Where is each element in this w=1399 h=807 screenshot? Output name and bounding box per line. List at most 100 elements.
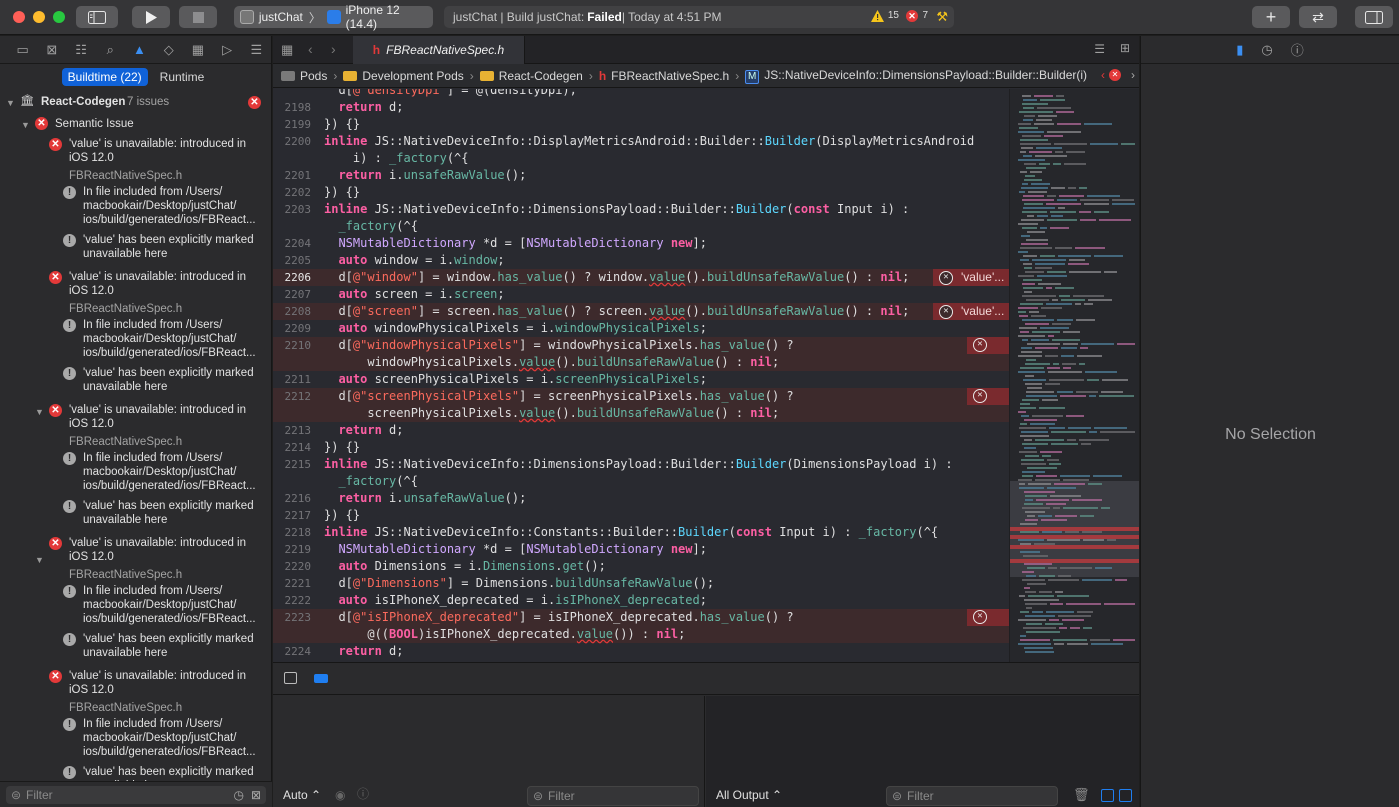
navigator-filter-input[interactable]: ⊜ Filter ◷ ⊠ — [6, 786, 266, 804]
breakpoint-navigator-icon[interactable]: ▷ — [213, 42, 242, 58]
warning-icon[interactable] — [871, 10, 884, 25]
disclosure-triangle-icon[interactable]: ▼ — [6, 96, 16, 108]
find-navigator-search-icon[interactable]: ⌕ — [96, 42, 125, 58]
minimap-line — [1039, 591, 1052, 593]
minimap-line — [1022, 199, 1054, 201]
note-icon: ! — [63, 186, 76, 199]
code-review-button[interactable]: ⇄ — [1299, 6, 1337, 28]
minimap-line — [1032, 415, 1063, 417]
issue-list: ▼ 🏛 React-Codegen 7 issues ✕ ▼ ✕ Semanti… — [0, 92, 272, 782]
issue-group-react-codegen[interactable]: ▼ 🏛 React-Codegen 7 issues ✕ — [0, 94, 272, 110]
minimap[interactable] — [1009, 89, 1139, 662]
issue-navigator-warning-icon[interactable]: ▲ — [125, 42, 154, 57]
history-inspector-clock-icon[interactable]: ◷ — [1261, 42, 1272, 58]
library-button[interactable]: + — [1252, 6, 1290, 28]
debug-navigator-icon[interactable]: ▦ — [183, 42, 212, 58]
tab-fbreactnativespec[interactable]: h FBReactNativeSpec.h — [353, 36, 525, 64]
variables-scope-select[interactable]: Auto ⌃ — [283, 788, 321, 802]
minimize-window-button[interactable] — [33, 11, 45, 23]
issue-item[interactable]: ▼ ✕ 'value' is unavailable: introduced i… — [0, 536, 272, 666]
minimap-line — [1057, 595, 1089, 597]
previous-issue-icon[interactable]: ‹ — [1101, 68, 1105, 82]
code-text: d[@"screen"] = screen.has_value() ? scre… — [324, 304, 910, 318]
device-name[interactable]: iPhone 12 (14.4) — [346, 3, 433, 31]
tab-buildtime[interactable]: Buildtime (22) — [61, 68, 148, 86]
issue-item[interactable]: ✕ 'value' is unavailable: introduced in … — [0, 137, 272, 267]
trash-icon[interactable]: 🗑 — [1073, 787, 1090, 803]
minimap-line — [1049, 463, 1061, 465]
eye-icon[interactable]: ◉ — [335, 788, 345, 802]
minimap-line — [1042, 531, 1062, 533]
minimap-line — [1018, 307, 1038, 309]
show-errors-only-icon[interactable]: ⊠ — [251, 786, 261, 804]
minimap-line — [1023, 107, 1034, 109]
console-filter-input[interactable]: ⊜ Filter — [886, 786, 1058, 806]
minimap-line — [1024, 587, 1030, 589]
add-editor-icon[interactable]: ⊞ — [1120, 41, 1130, 55]
stop-button[interactable] — [179, 6, 217, 28]
navigator-toggle-button[interactable] — [76, 6, 118, 28]
console-output-select[interactable]: All Output ⌃ — [716, 788, 782, 802]
source-control-icon[interactable]: ⊠ — [37, 42, 66, 58]
editor-options-icon[interactable]: ☰ — [1094, 42, 1105, 56]
breadcrumb-pods[interactable]: Pods — [281, 69, 327, 83]
minimap-line — [1047, 219, 1077, 221]
related-items-grid-icon[interactable]: ▦ — [281, 42, 293, 58]
inline-error-annotation[interactable]: ✕ — [967, 609, 1009, 626]
breakpoints-toggle-icon[interactable] — [314, 674, 328, 683]
activity-viewer[interactable]: justChat | Build justChat: Failed | Toda… — [444, 6, 954, 28]
zoom-window-button[interactable] — [53, 11, 65, 23]
console-view[interactable]: All Output ⌃ ⊜ Filter 🗑 — [706, 696, 1139, 807]
minimap-line — [1018, 223, 1038, 225]
minimap-line — [1023, 155, 1032, 157]
issue-item[interactable]: ▼ ✕ 'value' is unavailable: introduced i… — [0, 403, 272, 533]
quick-help-question-icon[interactable]: ⓘ — [1291, 40, 1304, 59]
test-navigator-icon[interactable]: ◇ — [154, 42, 183, 58]
minimap-line — [1026, 623, 1042, 625]
issue-item[interactable]: ✕ 'value' is unavailable: introduced in … — [0, 669, 272, 782]
issue-category-semantic[interactable]: ▼ ✕ Semantic Issue — [0, 116, 272, 132]
close-window-button[interactable] — [13, 11, 25, 23]
run-button[interactable] — [132, 6, 170, 28]
disclosure-triangle-icon[interactable]: ▼ — [21, 118, 31, 130]
inspector-toggle-button[interactable] — [1355, 6, 1393, 28]
code-line: @((BOOL)isIPhoneX_deprecated.value()) : … — [273, 626, 1009, 643]
project-navigator-folder-icon[interactable]: ▭ — [8, 42, 37, 58]
breadcrumb-method[interactable]: M JS::NativeDeviceInfo::DimensionsPayload… — [745, 68, 1087, 84]
split-right-icon[interactable] — [1119, 789, 1132, 802]
inline-error-annotation[interactable]: ✕ — [967, 388, 1009, 405]
inline-error-annotation[interactable]: ✕ 'value'... — [933, 303, 1009, 320]
code-area[interactable]: d[@"densityDpi"] = @(densityDpi); 2198 r… — [273, 89, 1009, 662]
symbol-navigator-icon[interactable]: ☷ — [66, 42, 95, 58]
scheme-name[interactable]: justChat — [259, 10, 303, 24]
recent-clock-icon[interactable]: ◷ — [234, 786, 244, 804]
code-text: screenPhysicalPixels.value().buildUnsafe… — [324, 406, 780, 420]
inline-error-annotation[interactable]: ✕ 'value'... — [933, 269, 1009, 286]
breadcrumb-file[interactable]: h FBReactNativeSpec.h — [599, 69, 729, 83]
scheme-selector[interactable]: justChat 〉 iPhone 12 (14.4) — [234, 3, 433, 31]
issue-error-icon[interactable]: ✕ — [1109, 69, 1121, 81]
note-icon: ! — [63, 766, 76, 779]
next-issue-icon[interactable]: › — [1131, 68, 1135, 82]
error-icon[interactable]: ✕ — [906, 10, 918, 22]
report-navigator-icon[interactable]: ☰ — [242, 42, 271, 58]
variables-filter-input[interactable]: ⊜ Filter — [527, 786, 699, 806]
forward-chevron-icon[interactable]: › — [331, 41, 336, 57]
split-left-icon[interactable] — [1101, 789, 1114, 802]
hide-debug-area-icon[interactable] — [284, 672, 297, 684]
breadcrumb-development-pods[interactable]: Development Pods — [343, 69, 464, 83]
issue-item[interactable]: ✕ 'value' is unavailable: introduced in … — [0, 270, 272, 400]
file-inspector-document-icon[interactable]: ▮ — [1236, 42, 1243, 58]
minimap-line — [1121, 143, 1135, 145]
inline-error-annotation[interactable]: ✕ — [967, 337, 1009, 354]
disclosure-triangle-icon[interactable]: ▼ — [35, 405, 45, 417]
back-chevron-icon[interactable]: ‹ — [308, 41, 313, 57]
breadcrumb-react-codegen[interactable]: React-Codegen — [479, 69, 583, 83]
minimap-line — [1020, 639, 1050, 641]
issue-message-cont: iOS 12.0 — [69, 684, 114, 696]
minimap-line — [1063, 343, 1078, 345]
code-line: screenPhysicalPixels.value().buildUnsafe… — [273, 405, 1009, 422]
disclosure-triangle-icon[interactable]: ▼ — [35, 553, 45, 565]
info-icon[interactable]: ⓘ — [357, 785, 369, 802]
tab-runtime[interactable]: Runtime — [154, 68, 211, 86]
